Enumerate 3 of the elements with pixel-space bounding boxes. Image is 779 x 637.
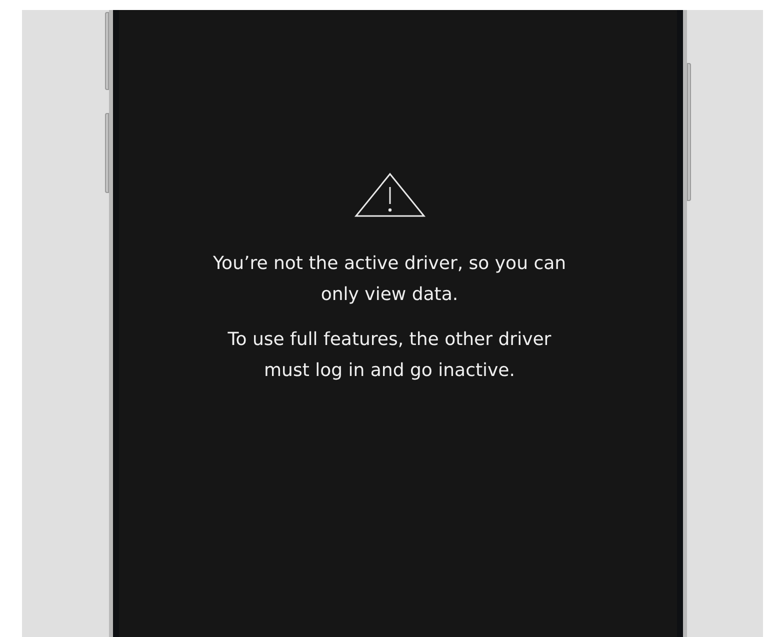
notice-text: You’re not the active driver, so you can only view data.: [212, 252, 568, 307]
warning-icon: [354, 172, 426, 218]
notice-text: To use full features, the other driver must log in and go inactive.: [226, 328, 552, 383]
